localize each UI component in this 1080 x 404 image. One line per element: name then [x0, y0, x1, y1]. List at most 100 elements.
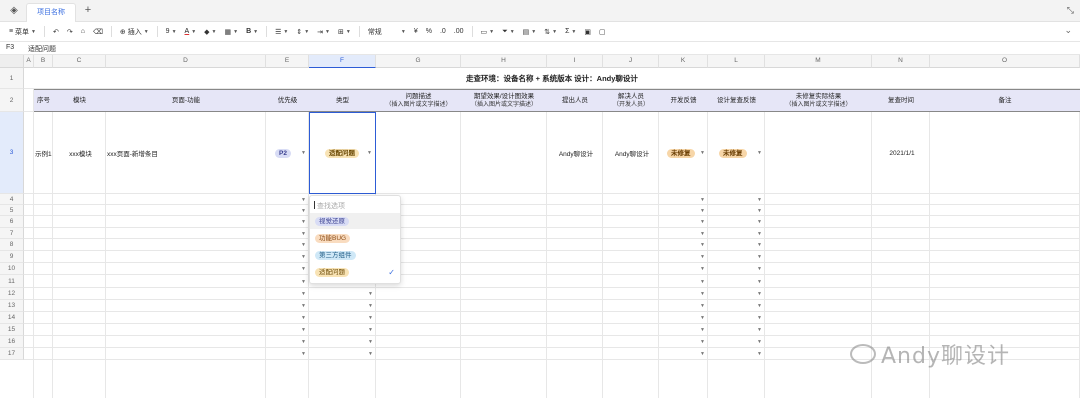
row-header-17[interactable]: 17: [0, 348, 24, 360]
dropdown-arrow-icon[interactable]: ▼: [757, 197, 762, 203]
row-header-16[interactable]: 16: [0, 336, 24, 348]
header-cell-i[interactable]: 提出人员: [547, 89, 603, 112]
row3-index[interactable]: 示例1: [35, 112, 53, 194]
redo-icon[interactable]: ↷: [64, 25, 76, 39]
row-header-3[interactable]: 3: [0, 112, 24, 194]
chevron-down-icon[interactable]: ⌄: [1064, 25, 1072, 36]
dropdown-arrow-icon[interactable]: ▼: [757, 208, 762, 214]
column-header-o[interactable]: O: [930, 55, 1080, 68]
dropdown-arrow-icon[interactable]: ▼: [301, 254, 306, 260]
header-cell-h[interactable]: 期望效果/设计图效果 （插入图片或文字描述）: [461, 89, 547, 112]
formula-input[interactable]: 适配问题: [28, 44, 56, 54]
dropdown-arrow-icon[interactable]: ▼: [700, 197, 705, 203]
dropdown-option[interactable]: 适配问题 ✓: [310, 264, 400, 280]
dropdown-arrow-icon[interactable]: ▼: [368, 315, 373, 321]
dropdown-option[interactable]: 视觉还原: [310, 213, 400, 229]
row-header-14[interactable]: 14: [0, 312, 24, 324]
chevron-down-icon[interactable]: ▼: [301, 150, 306, 156]
row3-page[interactable]: xxx页面-新增条目: [107, 112, 266, 194]
row-header-7[interactable]: 7: [0, 228, 24, 239]
row-header-2[interactable]: 2: [0, 89, 24, 112]
dropdown-arrow-icon[interactable]: ▼: [700, 279, 705, 285]
row-header-13[interactable]: 13: [0, 300, 24, 312]
increase-decimal-icon[interactable]: .00: [451, 25, 467, 39]
dropdown-arrow-icon[interactable]: ▼: [700, 315, 705, 321]
dropdown-arrow-icon[interactable]: ▼: [301, 219, 306, 225]
fill-color-icon[interactable]: ◆ ▼: [201, 25, 219, 39]
dropdown-arrow-icon[interactable]: ▼: [301, 242, 306, 248]
dropdown-arrow-icon[interactable]: ▼: [700, 291, 705, 297]
row-header-15[interactable]: 15: [0, 324, 24, 336]
sum-icon[interactable]: Σ ▼: [562, 25, 579, 39]
tab-project[interactable]: 项目名称: [26, 3, 76, 22]
chevron-down-icon[interactable]: ▼: [757, 150, 762, 156]
dropdown-arrow-icon[interactable]: ▼: [757, 339, 762, 345]
dropdown-arrow-icon[interactable]: ▼: [301, 231, 306, 237]
dropdown-arrow-icon[interactable]: ▼: [301, 303, 306, 309]
dropdown-arrow-icon[interactable]: ▼: [301, 197, 306, 203]
selected-cell-f3[interactable]: [309, 112, 376, 194]
cell-reference[interactable]: F3: [6, 44, 14, 51]
select-all-corner[interactable]: [0, 55, 24, 68]
dropdown-arrow-icon[interactable]: ▼: [700, 219, 705, 225]
chevron-down-icon[interactable]: ▼: [700, 150, 705, 156]
column-header-j[interactable]: J: [603, 55, 659, 68]
dropdown-arrow-icon[interactable]: ▼: [301, 351, 306, 357]
row3-module[interactable]: xxx模块: [55, 112, 106, 194]
insert-button[interactable]: ⊕ 插入 ▼: [117, 25, 152, 39]
row3-review-date[interactable]: 2021/1/1: [874, 112, 930, 194]
header-cell-d[interactable]: 页面-功能: [106, 89, 266, 112]
column-header-a[interactable]: A: [24, 55, 34, 68]
font-size-select[interactable]: 9 ▼: [163, 25, 180, 39]
format-painter-icon[interactable]: ⌂: [78, 25, 88, 39]
dropdown-arrow-icon[interactable]: ▼: [368, 327, 373, 333]
row-header-5[interactable]: 5: [0, 205, 24, 216]
dropdown-arrow-icon[interactable]: ▼: [700, 254, 705, 260]
row-header-6[interactable]: 6: [0, 216, 24, 228]
dropdown-arrow-icon[interactable]: ▼: [368, 303, 373, 309]
header-cell-k[interactable]: 开发反馈: [659, 89, 708, 112]
sort-icon[interactable]: ⇅ ▼: [541, 25, 560, 39]
bold-icon[interactable]: B ▼: [243, 25, 261, 39]
menu-button[interactable]: ≡ 菜单 ▼: [6, 25, 39, 39]
dropdown-arrow-icon[interactable]: ▼: [700, 266, 705, 272]
layers-icon[interactable]: ◈: [8, 5, 20, 17]
dropdown-search-input[interactable]: 查找选项: [317, 201, 345, 211]
filter-icon[interactable]: ⏷ ▼: [499, 25, 518, 39]
dropdown-arrow-icon[interactable]: ▼: [301, 315, 306, 321]
dropdown-arrow-icon[interactable]: ▼: [757, 254, 762, 260]
dropdown-arrow-icon[interactable]: ▼: [700, 242, 705, 248]
dropdown-arrow-icon[interactable]: ▼: [757, 291, 762, 297]
add-tab-button[interactable]: +: [82, 4, 94, 16]
freeze-icon[interactable]: ▭ ▼: [478, 25, 498, 39]
column-header-m[interactable]: M: [765, 55, 872, 68]
row3-proposer[interactable]: Andy聊设计: [549, 112, 603, 194]
sheet-title[interactable]: 走查环境：设备名称 + 系统版本 设计：Andy聊设计: [24, 68, 1080, 89]
header-cell-c[interactable]: 模块: [53, 89, 106, 112]
column-header-c[interactable]: C: [53, 55, 106, 68]
dropdown-arrow-icon[interactable]: ▼: [700, 327, 705, 333]
merge-cells-icon[interactable]: ⊞ ▼: [335, 25, 354, 39]
header-cell-o[interactable]: 备注: [930, 89, 1080, 112]
header-cell-g[interactable]: 问题描述 （插入图片或文字描述）: [376, 89, 461, 112]
column-header-e[interactable]: E: [266, 55, 309, 68]
header-cell-m[interactable]: 未修复实际结果 （插入图片或文字描述）: [765, 89, 872, 112]
dropdown-arrow-icon[interactable]: ▼: [757, 351, 762, 357]
dropdown-arrow-icon[interactable]: ▼: [301, 327, 306, 333]
row-header-9[interactable]: 9: [0, 251, 24, 263]
column-header-k[interactable]: K: [659, 55, 708, 68]
row-header-1[interactable]: 1: [0, 68, 24, 89]
dropdown-arrow-icon[interactable]: ▼: [757, 279, 762, 285]
header-cell-b[interactable]: 序号: [34, 89, 53, 112]
row-header-10[interactable]: 10: [0, 263, 24, 275]
dropdown-arrow-icon[interactable]: ▼: [757, 303, 762, 309]
dropdown-arrow-icon[interactable]: ▼: [757, 242, 762, 248]
conditional-format-icon[interactable]: ▤ ▼: [520, 25, 540, 39]
dropdown-arrow-icon[interactable]: ▼: [757, 231, 762, 237]
header-cell-f[interactable]: 类型: [309, 89, 376, 112]
currency-icon[interactable]: ¥: [411, 25, 421, 39]
number-format-select[interactable]: 常规 ▼: [365, 25, 409, 39]
font-color-icon[interactable]: A ▼: [182, 25, 200, 39]
dropdown-arrow-icon[interactable]: ▼: [301, 279, 306, 285]
dropdown-arrow-icon[interactable]: ▼: [368, 339, 373, 345]
